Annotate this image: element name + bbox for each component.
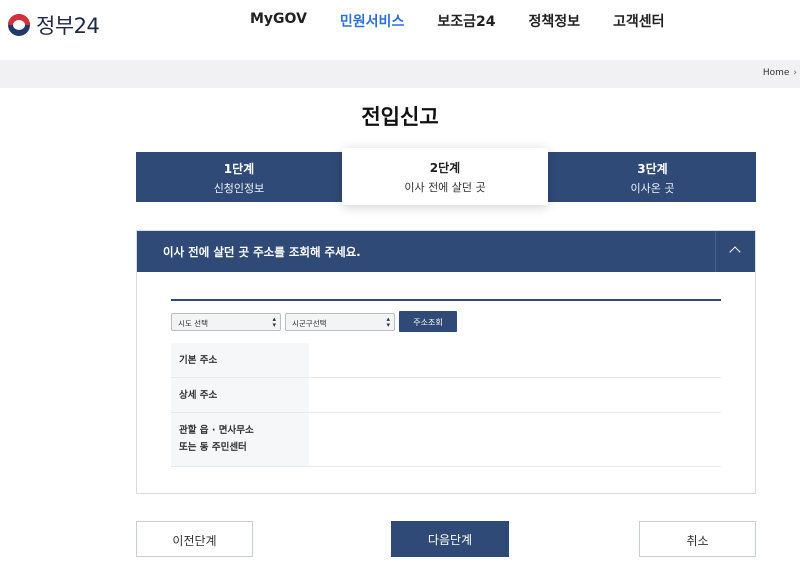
logo-text: 정부24 [36,14,100,38]
nav-item-civil-service[interactable]: 민원서비스 [340,11,404,31]
sido-select[interactable]: 시도 선택 ▴ ▾ [171,313,281,331]
sigungu-select[interactable]: 시군구선택 ▴ ▾ [285,313,395,331]
step-3-subtitle: 이사온 곳 [630,182,675,195]
step-1[interactable]: 1단계 신청인정보 [136,152,342,202]
nav-item-policy-info[interactable]: 정책정보 [528,11,580,31]
office-line-2: 또는 동 주민센터 [179,442,247,453]
site-header: 정부24 MyGOV 민원서비스 보조금24 정책정보 고객센터 [0,0,800,60]
chevron-up-icon [729,246,741,258]
nav-item-customer-center[interactable]: 고객센터 [613,11,665,31]
step-3-title: 3단계 [637,162,668,176]
breadcrumb-home-link[interactable]: Home [763,68,790,78]
step-1-title: 1단계 [223,162,255,176]
step-2-current[interactable]: 2단계 이사 전에 살던 곳 [342,148,548,205]
address-panel: 이사 전에 살던 곳 주소를 조회해 주세요. 시도 선택 ▴ ▾ 시군구선택 ▴… [136,230,756,494]
panel-heading: 이사 전에 살던 곳 주소를 조회해 주세요. [163,245,361,259]
nav-item-subsidy[interactable]: 보조금24 [437,11,495,31]
step-3[interactable]: 3단계 이사온 곳 [549,152,756,202]
step-2-subtitle: 이사 전에 살던 곳 [404,181,486,194]
basic-address-label-cell: 기본 주소 [171,343,309,377]
basic-address-row: 기본 주소 [171,343,721,378]
detail-address-label: 상세 주소 [179,390,218,401]
detail-address-row: 상세 주소 [171,378,721,413]
main-nav: MyGOV 민원서비스 보조금24 정책정보 고객센터 [250,11,698,31]
jurisdiction-office-row: 관할 읍 · 면사무소또는 동 주민센터 [171,413,721,467]
jurisdiction-office-label: 관할 읍 · 면사무소또는 동 주민센터 [179,422,254,456]
chevron-right-icon: › [793,68,797,78]
breadcrumb-bar: Home › [0,60,800,88]
detail-address-label-cell: 상세 주소 [171,378,309,412]
step-1-subtitle: 신청인정보 [213,182,265,195]
sido-select-value: 시도 선택 [178,319,208,328]
sigungu-select-value: 시군구선택 [292,319,327,328]
office-line-1: 관할 읍 · 면사무소 [179,425,254,436]
taegeuk-icon [8,14,30,36]
next-step-button[interactable]: 다음단계 [391,521,509,557]
step-2-title: 2단계 [429,161,461,175]
page-title: 전입신고 [361,105,439,129]
jurisdiction-office-label-cell: 관할 읍 · 면사무소또는 동 주민센터 [171,413,309,466]
address-search-button[interactable]: 주소조회 [399,311,457,332]
previous-step-button[interactable]: 이전단계 [136,521,253,557]
panel-header: 이사 전에 살던 곳 주소를 조회해 주세요. [137,231,755,272]
updown-arrow-icon: ▴ ▾ [386,315,390,329]
nav-item-mygov[interactable]: MyGOV [250,11,307,31]
collapse-button[interactable] [715,231,755,272]
section-divider [171,299,721,301]
breadcrumb: Home › [763,68,797,78]
updown-arrow-icon: ▴ ▾ [272,315,276,329]
gov24-logo[interactable]: 정부24 [8,10,100,40]
basic-address-label: 기본 주소 [179,355,218,366]
cancel-button[interactable]: 취소 [639,521,756,557]
